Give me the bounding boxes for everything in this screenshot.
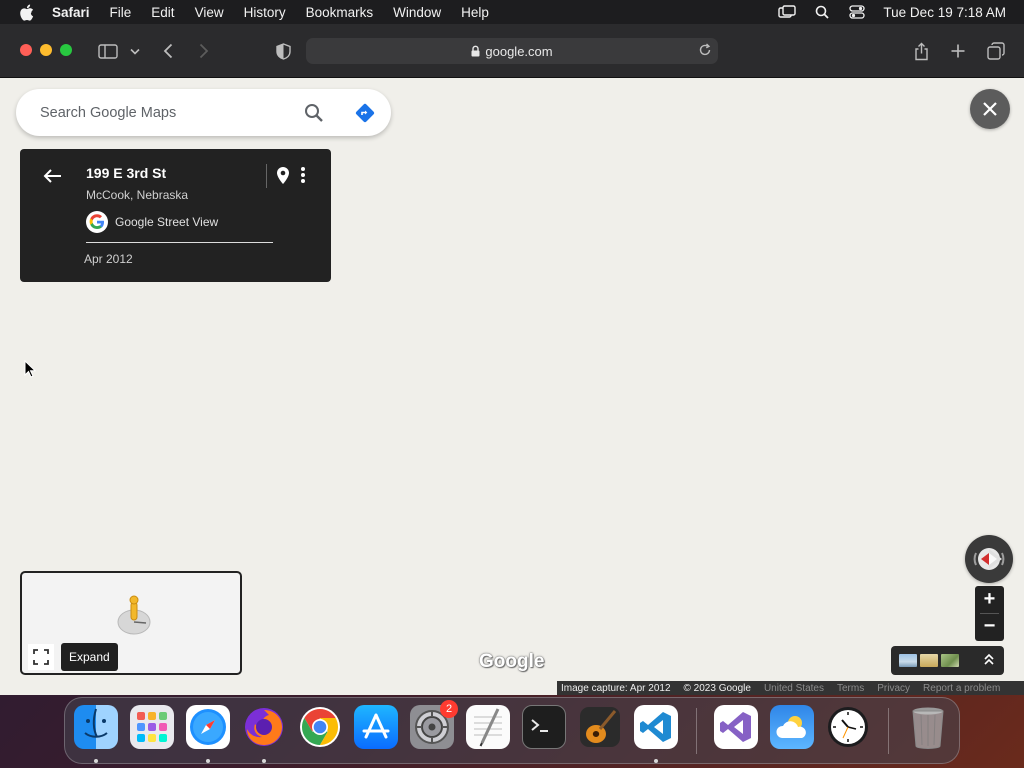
menu-bookmarks[interactable]: Bookmarks [306,5,374,20]
maps-search-box [16,89,391,136]
textedit-icon[interactable] [466,705,510,749]
menu-file[interactable]: File [110,5,132,20]
app-store-icon[interactable] [354,705,398,749]
back-arrow-icon[interactable] [42,167,64,185]
directions-icon[interactable] [353,101,377,125]
zoom-control: + − [975,586,1004,641]
imagery-thumbnail[interactable] [899,654,917,667]
menu-edit[interactable]: Edit [151,5,174,20]
finder-icon[interactable] [74,705,118,749]
screen-mirroring-icon[interactable] [777,4,797,20]
back-icon[interactable] [160,40,176,62]
pegman-icon [116,595,152,642]
terminal-icon[interactable] [522,705,566,749]
menu-view[interactable]: View [195,5,224,20]
capture-date[interactable]: Apr 2012 [84,252,133,266]
menu-history[interactable]: History [244,5,286,20]
location-title: 199 E 3rd St [86,165,167,181]
safari-icon[interactable] [186,705,230,749]
report-problem-link[interactable]: Report a problem [923,683,1000,694]
new-tab-icon[interactable] [949,40,967,62]
compass-control[interactable] [965,535,1013,583]
share-icon[interactable] [912,40,930,62]
garageband-icon[interactable] [578,705,622,749]
weather-icon[interactable] [770,705,814,749]
google-wordmark: Google [479,651,545,672]
control-center-icon[interactable] [847,4,867,20]
vscode-icon[interactable] [634,705,678,749]
mouse-cursor-icon [24,359,37,383]
menu-window[interactable]: Window [393,5,441,20]
zoom-out-button[interactable]: − [975,613,1004,640]
card-divider [266,164,267,188]
sidebar-toggle-icon[interactable] [97,40,119,62]
imagery-source-label: Google Street View [115,215,219,229]
date-timeline-bar[interactable] [86,242,273,243]
imagery-thumbnails-bar[interactable] [891,646,1004,675]
expand-map-button[interactable] [28,644,54,670]
capture-date-label: Image capture: Apr 2012 [561,682,671,694]
mini-map[interactable]: Expand [20,571,242,675]
map-pin-icon[interactable] [276,166,290,185]
imagery-thumbnail[interactable] [941,654,959,667]
menu-bar: Safari File Edit View History Bookmarks … [0,0,1024,24]
imagery-source: Google Street View [86,211,218,233]
menu-safari[interactable]: Safari [52,5,90,20]
system-preferences-icon[interactable]: 2 [410,700,458,749]
copyright-label: © 2023 Google [683,682,751,694]
close-icon [983,102,997,116]
running-indicator [654,759,658,763]
running-indicator [262,759,266,763]
forward-icon[interactable] [196,40,212,62]
visual-studio-icon[interactable] [714,705,758,749]
clock-icon[interactable] [826,705,870,749]
street-view-canvas[interactable]: 199 E 3rd St McCook, Nebraska Google Str… [0,78,1024,695]
minimize-window-button[interactable] [40,44,52,56]
terms-link[interactable]: Terms [837,683,864,694]
privacy-link[interactable]: Privacy [877,683,910,694]
google-logo-icon [86,211,108,233]
chrome-icon[interactable] [298,705,342,749]
spotlight-search-icon[interactable] [812,4,832,20]
lock-icon [471,45,480,57]
fullscreen-window-button[interactable] [60,44,72,56]
double-chevron-up-icon[interactable] [984,653,994,667]
zoom-in-button[interactable]: + [975,586,1004,613]
country-link[interactable]: United States [764,683,824,694]
chevron-down-icon[interactable] [129,40,141,62]
tab-overview-icon[interactable] [986,40,1006,62]
close-street-view-button[interactable] [970,89,1010,129]
apple-menu-icon[interactable] [17,3,35,21]
map-attribution: Image capture: Apr 2012 © 2023 Google Un… [557,681,1024,695]
expand-tooltip: Expand [61,643,118,671]
dock-divider [696,708,697,754]
address-bar[interactable]: google.com [306,38,718,64]
trash-icon[interactable] [906,705,950,749]
running-indicator [94,759,98,763]
search-icon[interactable] [302,101,326,125]
location-info-card: 199 E 3rd St McCook, Nebraska Google Str… [20,149,331,282]
location-subtitle: McCook, Nebraska [86,188,189,202]
firefox-icon[interactable] [242,705,286,749]
close-window-button[interactable] [20,44,32,56]
dock: 2 [64,697,960,764]
compass-icon [973,548,1005,570]
running-indicator [206,759,210,763]
reload-icon[interactable] [698,43,712,57]
more-options-icon[interactable] [300,166,306,184]
notification-badge: 2 [440,700,458,718]
privacy-shield-icon[interactable] [274,40,292,62]
address-url: google.com [485,43,553,59]
menu-help[interactable]: Help [461,5,489,20]
dock-divider [888,708,889,754]
menubar-clock[interactable]: Tue Dec 19 7:18 AM [883,5,1006,20]
expand-icon [33,649,49,665]
browser-toolbar: google.com [0,24,1024,78]
search-input[interactable] [40,104,290,121]
imagery-thumbnail[interactable] [920,654,938,667]
launchpad-icon[interactable] [130,705,174,749]
